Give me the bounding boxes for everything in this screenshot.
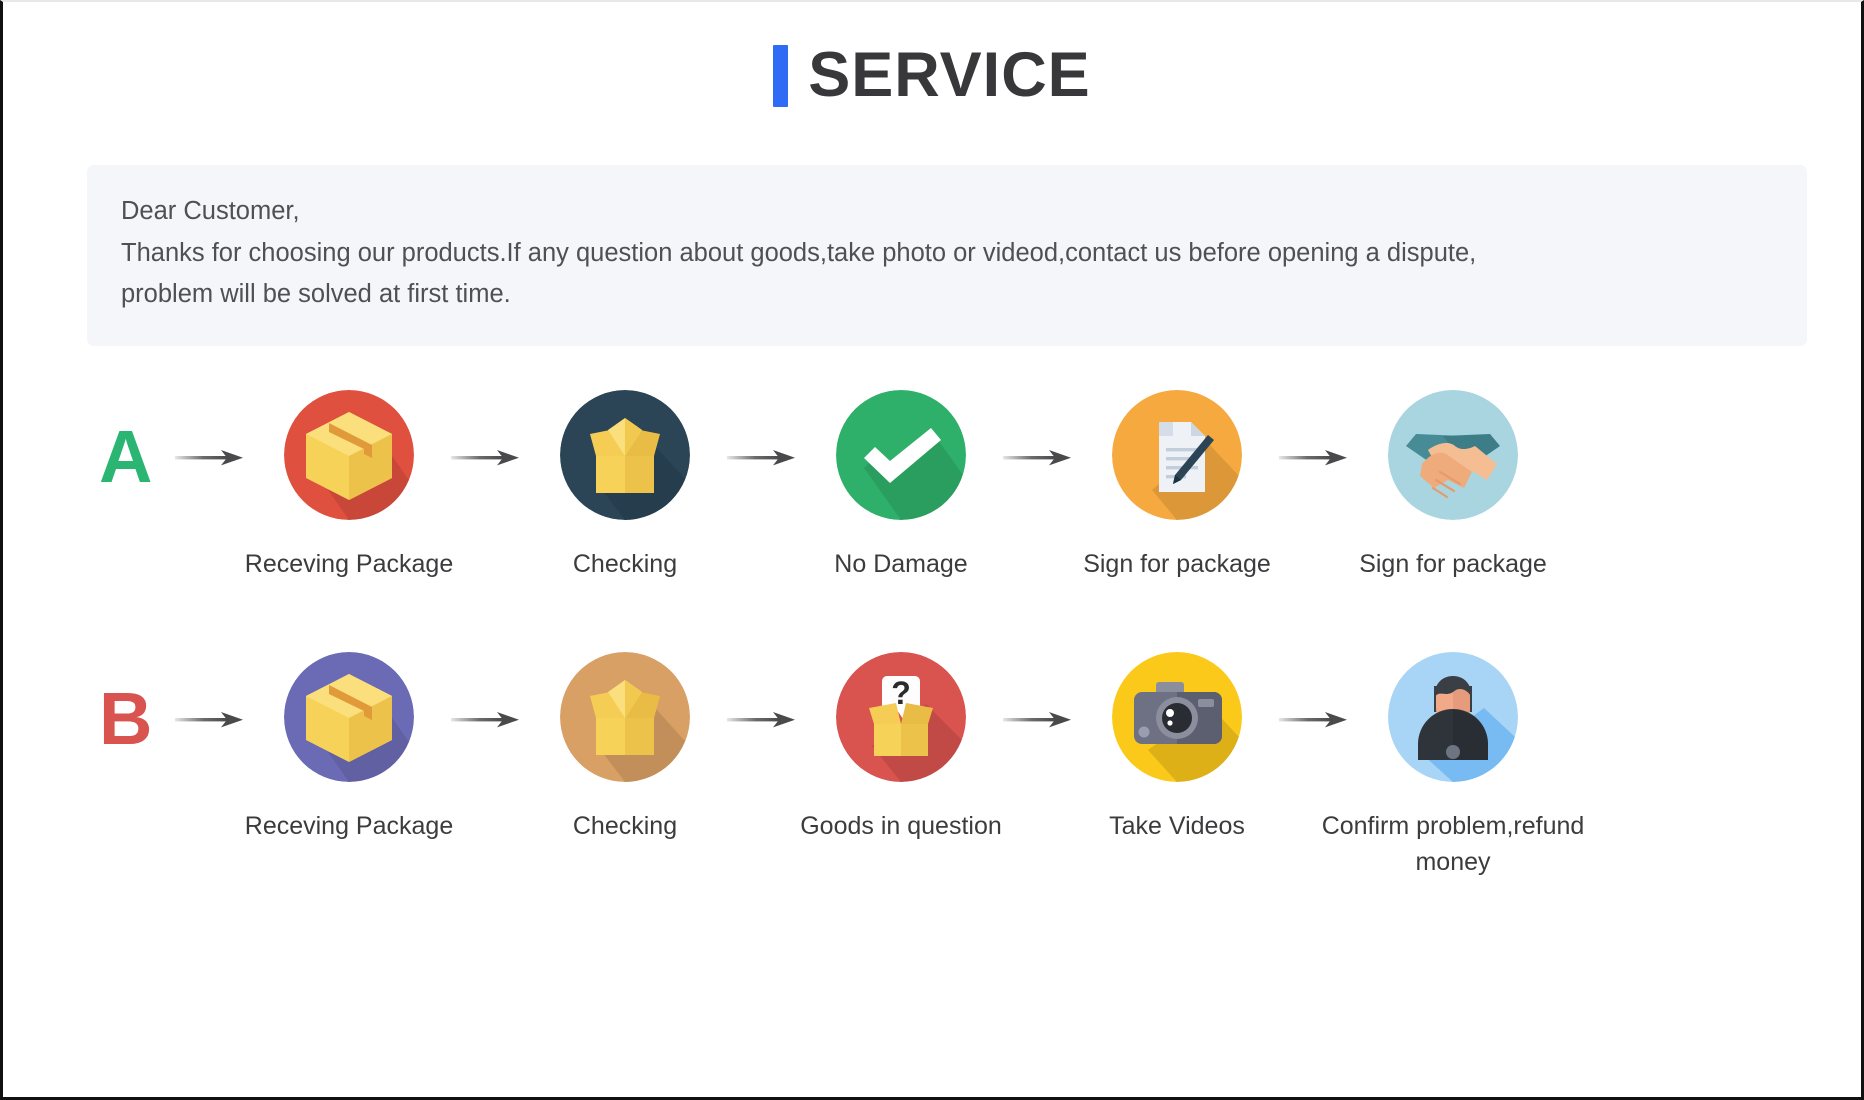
flow-step-icon (1112, 651, 1242, 782)
camera-icon (1112, 651, 1242, 782)
flow-step-icon (1388, 651, 1518, 782)
flow-arrow (725, 652, 801, 788)
flow-arrow (1277, 652, 1353, 788)
question-box-icon: ? (836, 651, 966, 782)
arrow-right-icon (1003, 711, 1071, 728)
flow-step-icon (1112, 389, 1242, 520)
flow-rows: A Receving Package Checking No Damage Si… (3, 389, 1861, 881)
flow-step-icon: ? (836, 651, 966, 782)
arrow-right-icon (175, 711, 243, 728)
open-box-icon (560, 651, 690, 782)
arrow-right-icon (175, 449, 243, 466)
flow-step-icon (836, 389, 966, 520)
flow-arrow (1001, 390, 1077, 526)
flow-step[interactable]: Take Videos (1077, 651, 1277, 844)
flow-arrow (173, 652, 249, 788)
flow-arrow (725, 390, 801, 526)
flow-step-label: Receving Package (244, 549, 454, 578)
open-box-icon (560, 389, 690, 520)
flow-step-label: Confirm problem,refund money (1321, 811, 1585, 877)
flow-step[interactable]: ? Goods in question (800, 651, 1002, 844)
flow-step-label: Take Videos (1109, 811, 1245, 840)
flow-step[interactable]: Sign for package (1353, 389, 1553, 582)
notice-line-1: Dear Customer, (121, 197, 300, 225)
arrow-right-icon (1003, 449, 1071, 466)
arrow-right-icon (727, 711, 795, 728)
arrow-right-icon (1279, 449, 1347, 466)
flow-step-label: No Damage (834, 549, 968, 578)
flow-step[interactable]: Sign for package (1077, 389, 1277, 582)
flow-step[interactable]: No Damage (801, 389, 1001, 582)
flow-arrow (449, 390, 525, 526)
flow-arrow (1001, 652, 1077, 788)
notice-line-2: Thanks for choosing our products.If any … (121, 238, 1477, 267)
flow-step-icon (284, 389, 414, 520)
service-page: SERVICE Dear Customer, Thanks for choosi… (0, 0, 1864, 1100)
title-accent-bar (773, 44, 789, 107)
flow-step-label: Sign for package (1083, 549, 1271, 578)
flow-step-icon (560, 389, 690, 520)
flow-step-icon (1388, 389, 1518, 520)
flow-step[interactable]: Checking (525, 651, 725, 844)
notice-line-3: problem will be solved at first time. (121, 280, 511, 309)
handshake-icon (1388, 389, 1518, 520)
flow-step-label: Checking (572, 811, 678, 840)
page-title: SERVICE (808, 40, 1091, 110)
page-title-wrap: SERVICE (3, 2, 1861, 107)
flow-arrow (1277, 390, 1353, 526)
flow-step-label: Receving Package (244, 811, 454, 840)
flow-step-label: Checking (572, 549, 678, 578)
document-pen-icon (1112, 389, 1242, 520)
checkmark-icon (836, 389, 966, 520)
flow-arrow (173, 390, 249, 526)
arrow-right-icon (451, 711, 519, 728)
support-person-icon (1388, 651, 1518, 782)
flow-step[interactable]: Confirm problem,refund money (1322, 651, 1584, 881)
arrow-right-icon (451, 449, 519, 466)
sealed-box-icon (284, 389, 414, 520)
flow-step[interactable]: Checking (525, 389, 725, 582)
flow-row-b: B Receving Package Checking ? Goods in q… (3, 651, 1861, 881)
flow-step[interactable]: Receving Package (245, 651, 453, 844)
flow-step-icon (560, 651, 690, 782)
flow-step-icon (284, 651, 414, 782)
sealed-box-icon (284, 651, 414, 782)
flow-step-label: Sign for package (1359, 549, 1547, 578)
flow-row-letter: B (99, 676, 153, 760)
flow-row-a: A Receving Package Checking No Damage Si… (3, 389, 1861, 582)
arrow-right-icon (727, 449, 795, 466)
arrow-right-icon (1279, 711, 1347, 728)
flow-row-letter: A (99, 414, 153, 498)
flow-step-label: Goods in question (800, 811, 1002, 840)
flow-arrow (449, 652, 525, 788)
customer-notice-box: Dear Customer, Thanks for choosing our p… (87, 165, 1807, 346)
flow-step[interactable]: Receving Package (245, 389, 453, 582)
